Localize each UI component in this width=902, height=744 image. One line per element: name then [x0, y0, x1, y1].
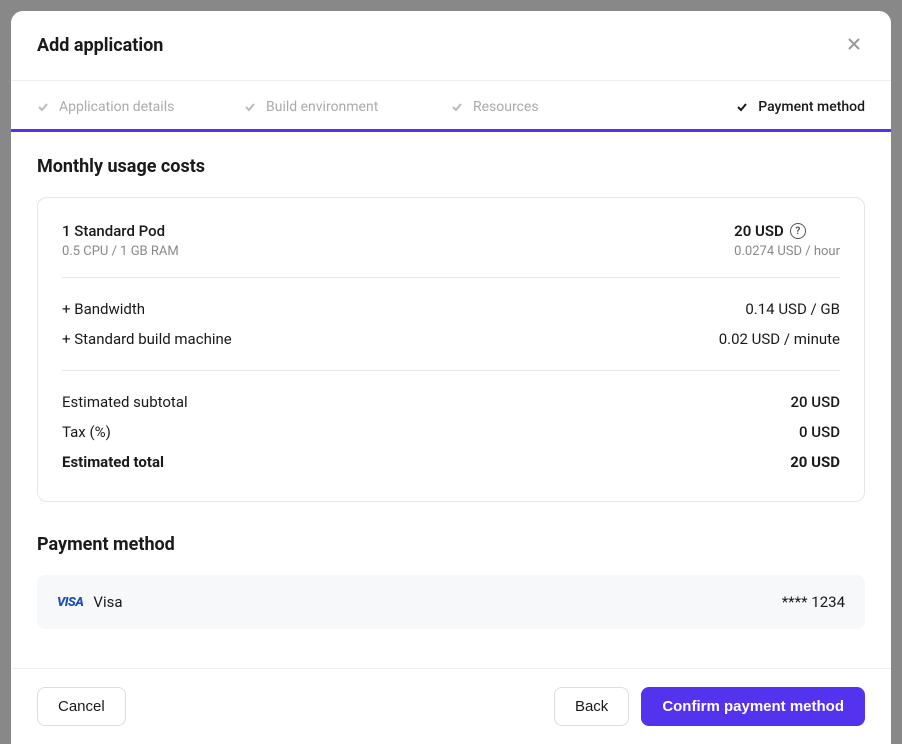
payment-method-card[interactable]: VISA Visa **** 1234: [37, 575, 865, 629]
divider: [62, 370, 840, 371]
pod-price: 20 USD: [734, 222, 784, 240]
close-icon: [847, 37, 861, 54]
step-application-details[interactable]: Application details: [37, 99, 244, 129]
pod-price-wrapper: 20 USD ?: [734, 222, 840, 240]
total-label: Estimated total: [62, 453, 164, 471]
pod-row: 1 Standard Pod 0.5 CPU / 1 GB RAM 20 USD…: [62, 222, 840, 259]
confirm-button[interactable]: Confirm payment method: [641, 687, 865, 726]
pod-label: 1 Standard Pod: [62, 222, 179, 240]
check-icon: [244, 101, 256, 113]
step-resources[interactable]: Resources: [451, 99, 658, 129]
addon-value: 0.02 USD / minute: [719, 330, 840, 348]
modal-header: Add application: [11, 11, 891, 81]
wizard-steps: Application details Build environment Re…: [11, 81, 891, 132]
pod-info: 1 Standard Pod 0.5 CPU / 1 GB RAM: [62, 222, 179, 259]
costs-card: 1 Standard Pod 0.5 CPU / 1 GB RAM 20 USD…: [37, 197, 865, 502]
step-build-environment[interactable]: Build environment: [244, 99, 451, 129]
modal-title: Add application: [37, 35, 163, 56]
step-label: Resources: [473, 99, 539, 115]
costs-section-title: Monthly usage costs: [37, 156, 865, 177]
payment-info: VISA Visa: [57, 593, 123, 611]
footer-right: Back Confirm payment method: [554, 687, 865, 726]
addon-value: 0.14 USD / GB: [745, 300, 840, 318]
visa-logo-icon: VISA: [57, 595, 83, 610]
subtotal-value: 20 USD: [791, 393, 840, 411]
check-icon: [451, 101, 463, 113]
back-button[interactable]: Back: [554, 687, 629, 726]
cancel-button[interactable]: Cancel: [37, 687, 126, 726]
tax-label: Tax (%): [62, 423, 111, 441]
help-icon[interactable]: ?: [790, 223, 806, 239]
tax-row: Tax (%) 0 USD: [62, 417, 840, 447]
total-value: 20 USD: [790, 453, 840, 471]
subtotal-label: Estimated subtotal: [62, 393, 188, 411]
check-icon: [736, 101, 748, 113]
close-button[interactable]: [843, 33, 865, 58]
check-icon: [37, 101, 49, 113]
add-application-modal: Add application Application details Buil…: [11, 11, 891, 744]
pod-rate: 0.0274 USD / hour: [734, 244, 840, 259]
step-payment-method[interactable]: Payment method: [658, 99, 865, 129]
step-label: Application details: [59, 99, 174, 115]
pod-pricing: 20 USD ? 0.0274 USD / hour: [734, 222, 840, 259]
addon-bandwidth: + Bandwidth 0.14 USD / GB: [62, 294, 840, 324]
divider: [62, 277, 840, 278]
card-last4: **** 1234: [782, 593, 845, 611]
total-row: Estimated total 20 USD: [62, 447, 840, 477]
tax-value: 0 USD: [799, 423, 840, 441]
card-type: Visa: [93, 593, 122, 611]
pod-spec: 0.5 CPU / 1 GB RAM: [62, 244, 179, 259]
payment-section-title: Payment method: [37, 534, 865, 555]
step-label: Payment method: [758, 99, 865, 115]
subtotal-row: Estimated subtotal 20 USD: [62, 387, 840, 417]
payment-section: Payment method VISA Visa **** 1234: [37, 534, 865, 629]
modal-content: Monthly usage costs 1 Standard Pod 0.5 C…: [11, 132, 891, 668]
step-label: Build environment: [266, 99, 378, 115]
modal-footer: Cancel Back Confirm payment method: [11, 668, 891, 744]
addon-label: + Standard build machine: [62, 330, 232, 348]
addon-build-machine: + Standard build machine 0.02 USD / minu…: [62, 324, 840, 354]
addon-label: + Bandwidth: [62, 300, 145, 318]
